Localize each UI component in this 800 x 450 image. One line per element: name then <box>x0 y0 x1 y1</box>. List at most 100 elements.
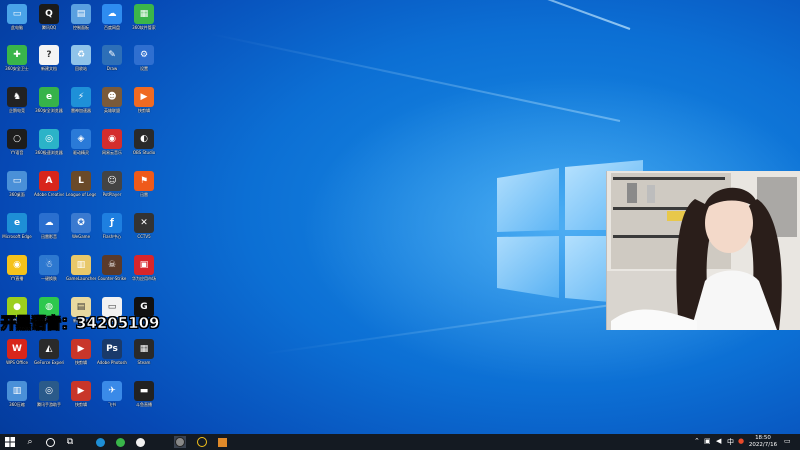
yy-icon[interactable] <box>196 436 208 448</box>
desktop-icon-label: OBS Studio <box>132 150 156 155</box>
network-icon[interactable]: ▣ <box>704 437 711 445</box>
start-button[interactable] <box>4 436 16 448</box>
desktop-icon[interactable]: ✎ Draw <box>97 45 127 85</box>
desktop-icon[interactable]: W WPS Office <box>2 339 32 379</box>
clock-date: 2022/7/16 <box>748 442 778 448</box>
desktop-icon[interactable]: ▥ 360压缩 <box>2 381 32 421</box>
app-icon: ▭ <box>7 4 27 24</box>
obs-icon[interactable] <box>174 436 186 448</box>
app-icon: ☁ <box>102 4 122 24</box>
app-icon: ▶ <box>134 87 154 107</box>
app-icon: ▶ <box>71 381 91 401</box>
app-icon: e <box>7 213 27 233</box>
desktop-icon[interactable]: ✕ CCTV5 <box>129 213 159 253</box>
desktop-icon[interactable]: ☁ 迅雷影音 <box>34 213 64 253</box>
app-icon: A <box>39 171 59 191</box>
search-icon[interactable]: ⌕ <box>24 436 36 448</box>
desktop-icon[interactable]: ? 新建文档 <box>34 45 64 85</box>
desktop-icon[interactable]: ✪ WeGame <box>66 213 96 253</box>
task-view-icon[interactable]: ⧉ <box>64 436 76 448</box>
desktop-icon-label: 英雄联盟 <box>104 108 120 113</box>
desktop-icon[interactable]: ⚡ 雷神加速器 <box>66 87 96 127</box>
desktop-icon[interactable]: e Microsoft Edge <box>2 213 32 253</box>
clock[interactable]: 18:50 2022/7/16 <box>748 435 778 449</box>
desktop-icon[interactable]: ☁ 百度网盘 <box>97 4 127 44</box>
chrome-icon[interactable] <box>134 436 146 448</box>
desktop-icon[interactable]: ▦ Steam <box>129 339 159 379</box>
app-icon[interactable] <box>216 436 228 448</box>
desktop-icon-label: 360压缩 <box>9 402 25 407</box>
desktop-icon[interactable]: ☃ 一键换肤 <box>34 255 64 295</box>
app-icon: W <box>7 339 27 359</box>
desktop-icon-label: 快剪辑 <box>75 360 87 365</box>
desktop-icon-label: YY直播 <box>10 276 24 281</box>
app-icon: ▶ <box>71 339 91 359</box>
desktop-icon[interactable]: ◈ 驱动精灵 <box>66 129 96 169</box>
desktop-icon[interactable]: Q 腾讯QQ <box>34 4 64 44</box>
desktop-icon-label: 回收站 <box>75 66 87 71</box>
tray-chevron-icon[interactable]: ⌃ <box>694 437 700 445</box>
app-icon: ▬ <box>134 381 154 401</box>
desktop-icon-label: Microsoft Edge <box>2 234 32 239</box>
app-icon: ◎ <box>39 129 59 149</box>
desktop-icon[interactable]: ▥ GameLauncher <box>66 255 96 295</box>
edge-icon[interactable] <box>94 436 106 448</box>
desktop-icon[interactable]: ▭ 360桌面 <box>2 171 32 211</box>
desktop-icon[interactable]: ♞ 企鹅电竞 <box>2 87 32 127</box>
desktop-icon[interactable]: ▶ 快剪辑 <box>66 381 96 421</box>
desktop-icon-label: 360极速浏览器 <box>35 150 63 155</box>
desktop-icon[interactable]: A Adobe Creative <box>34 171 64 211</box>
app-icon: ◎ <box>39 381 59 401</box>
desktop-icon[interactable]: ⚙ 设置 <box>129 45 159 85</box>
desktop-icon[interactable]: ✚ 360安全卫士 <box>2 45 32 85</box>
app-icon: ♞ <box>7 87 27 107</box>
tray-app-icon[interactable]: ● <box>738 437 744 445</box>
taskbar: ⌕ ⧉ ⌃ ▣ ◀ 中 ● 18:50 2022/7/16 ▭ <box>0 434 800 450</box>
desktop-icon[interactable]: ▬ 斗鱼直播 <box>129 381 159 421</box>
desktop-icon-label: WeGame <box>71 234 91 239</box>
desktop-icon[interactable]: ▤ 控制面板 <box>66 4 96 44</box>
desktop-icon[interactable]: ▭ 此电脑 <box>2 4 32 44</box>
app-icon: ⚑ <box>134 171 154 191</box>
windows-start-icon <box>5 437 15 447</box>
desktop-icon-label: WPS Office <box>6 360 28 365</box>
app-icon: ▣ <box>134 255 154 275</box>
desktop-icon[interactable]: ◭GeForce Experience <box>34 339 64 379</box>
desktop-icon[interactable]: ▦ 360软件管家 <box>129 4 159 44</box>
volume-icon[interactable]: ◀ <box>716 437 721 445</box>
desktop-icon[interactable]: ◐ OBS Studio <box>129 129 159 169</box>
desktop-icon[interactable]: ☠ Counter-Strike <box>97 255 127 295</box>
app-icon: ◭ <box>39 339 59 359</box>
desktop-icon[interactable]: ▣ 华为应用市场 <box>129 255 159 295</box>
desktop-icon[interactable]: ƒ Flash中心 <box>97 213 127 253</box>
desktop-icon[interactable]: e 360安全浏览器 <box>34 87 64 127</box>
app-icon: ⚡ <box>71 87 91 107</box>
desktop-icon[interactable]: ☺ PotPlayer <box>97 171 127 211</box>
desktop-icon[interactable]: ○ YY语音 <box>2 129 32 169</box>
desktop-icon-label: 此电脑 <box>11 25 23 30</box>
app-icon: Ps <box>102 339 122 359</box>
desktop-icon-label: 企鹅电竞 <box>9 108 25 113</box>
desktop-icon[interactable]: ◎ 腾讯手游助手 <box>34 381 64 421</box>
app-icon: ✕ <box>134 213 154 233</box>
desktop-icon[interactable]: ☻ 英雄联盟 <box>97 87 127 127</box>
ime-icon[interactable]: 中 <box>727 437 734 447</box>
desktop-icon[interactable]: ▶ 快剪辑 <box>129 87 159 127</box>
desktop-icon[interactable]: LLeague of Legends <box>66 171 96 211</box>
desktop-icon-label: 迅雷影音 <box>41 234 57 239</box>
desktop-icon-label: 快剪辑 <box>75 402 87 407</box>
desktop-icon-label: 360安全卫士 <box>5 66 29 71</box>
desktop-icon-label: CCTV5 <box>137 234 151 239</box>
desktop-icon[interactable]: ✈ 飞书 <box>97 381 127 421</box>
desktop-icon[interactable]: ◎ 360极速浏览器 <box>34 129 64 169</box>
notification-icon[interactable]: ▭ <box>784 437 791 445</box>
desktop-icon[interactable]: ◉ 网易云音乐 <box>97 129 127 169</box>
desktop-icon[interactable]: ◉ YY直播 <box>2 255 32 295</box>
cortana-icon[interactable] <box>44 436 56 448</box>
desktop-icon[interactable]: ▶ 快剪辑 <box>66 339 96 379</box>
desktop-icon[interactable]: ♻ 回收站 <box>66 45 96 85</box>
360-browser-icon[interactable] <box>114 436 126 448</box>
desktop-icon-label: Flash中心 <box>102 234 122 239</box>
desktop-icon[interactable]: PsAdobe Photoshop <box>97 339 127 379</box>
desktop-icon[interactable]: ⚑ 迅雷 <box>129 171 159 211</box>
